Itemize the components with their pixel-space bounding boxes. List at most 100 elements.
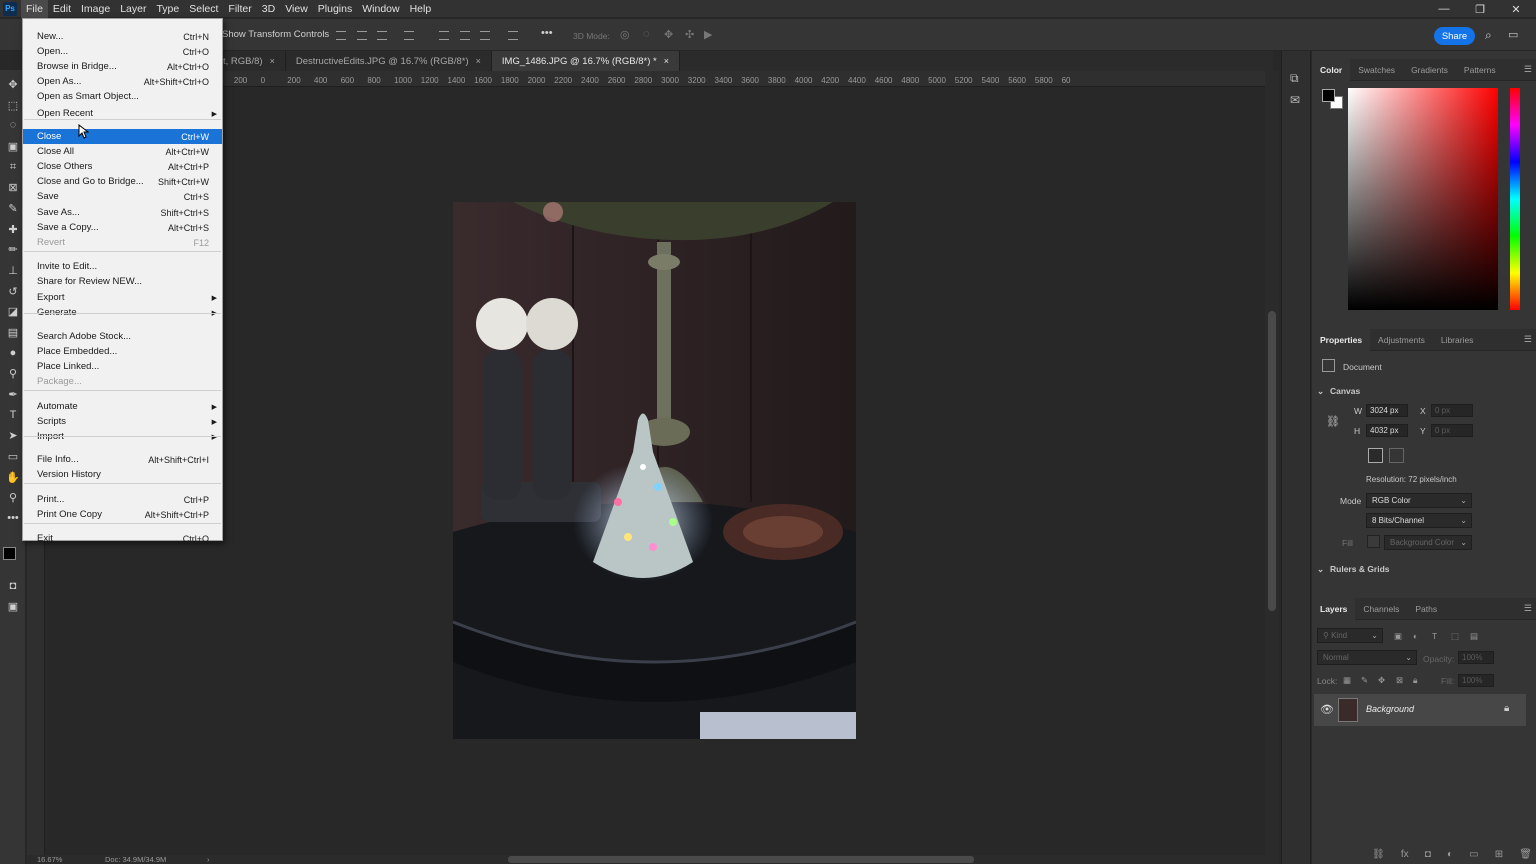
tab-layers[interactable]: Layers [1312, 597, 1356, 620]
canvas-section-chevron-icon[interactable]: ⌄ [1317, 386, 1324, 397]
minimize-button[interactable]: — [1426, 0, 1462, 18]
menu-plugins[interactable]: Plugins [313, 0, 357, 18]
panel-menu-icon[interactable]: ☰ [1524, 334, 1532, 345]
canvas-section-header[interactable]: Canvas [1330, 386, 1360, 396]
menu-item-scripts[interactable]: Scripts ▶ [23, 414, 222, 429]
more-options-icon[interactable]: ••• [541, 27, 553, 39]
align-center-icon[interactable] [357, 31, 367, 40]
menu-item-close-others[interactable]: Close Others Alt+Ctrl+P [23, 159, 222, 174]
panel-menu-icon[interactable]: ☰ [1524, 603, 1532, 614]
menu-layer[interactable]: Layer [115, 0, 151, 18]
fill-select[interactable]: Background Color ⌄ [1384, 535, 1472, 550]
menu-edit[interactable]: Edit [48, 0, 76, 18]
align-right-icon[interactable] [377, 31, 387, 40]
lock-transparent-icon[interactable]: ▦ [1343, 675, 1351, 686]
healing-brush-tool-icon[interactable]: ✚ [5, 221, 21, 237]
link-icon[interactable]: ⛓ [1372, 849, 1385, 863]
rulers-grids-header[interactable]: Rulers & Grids [1330, 564, 1390, 574]
menu-help[interactable]: Help [405, 0, 437, 18]
document-image[interactable] [453, 202, 856, 739]
height-field[interactable]: 4032 px [1366, 424, 1408, 437]
menu-item-open[interactable]: Open... Ctrl+O [23, 44, 222, 59]
tab-gradients[interactable]: Gradients [1403, 59, 1456, 81]
fill-opacity-field[interactable]: 100% [1458, 674, 1494, 687]
3d-roll-icon[interactable]: ◌ [643, 28, 650, 40]
close-window-button[interactable]: ✕ [1498, 0, 1534, 18]
lock-position-icon[interactable]: ✥ [1378, 675, 1385, 686]
fill-color-swatch[interactable] [1367, 535, 1380, 548]
smart-object-filter-icon[interactable]: ▤ [1470, 631, 1478, 642]
menu-item-browse-in-bridge[interactable]: Browse in Bridge... Alt+Ctrl+O [23, 59, 222, 74]
close-tab-icon[interactable]: × [476, 56, 481, 66]
menu-item-save-as[interactable]: Save As... Shift+Ctrl+S [23, 205, 222, 220]
menu-window[interactable]: Window [357, 0, 404, 18]
visibility-eye-icon[interactable]: 👁︎ [1320, 703, 1334, 716]
type-filter-icon[interactable]: T [1432, 631, 1437, 641]
brush-tool-icon[interactable]: ✏ [5, 241, 21, 257]
adjustment-filter-icon[interactable]: ◐ [1413, 631, 1418, 641]
tab-libraries[interactable]: Libraries [1433, 329, 1482, 351]
menu-item-search-adobe-stock[interactable]: Search Adobe Stock... [23, 329, 222, 344]
menu-item-new[interactable]: New... Ctrl+N [23, 29, 222, 44]
menu-item-close[interactable]: Close Ctrl+W [23, 129, 222, 144]
new-layer-icon[interactable]: ⊞ [1495, 849, 1503, 863]
zoom-level[interactable]: 16.67% [37, 855, 62, 864]
layer-name[interactable]: Background [1366, 704, 1414, 714]
menu-item-version-history[interactable]: Version History [23, 467, 222, 482]
tab-paths[interactable]: Paths [1407, 598, 1445, 620]
hue-slider[interactable] [1510, 88, 1520, 310]
opacity-field[interactable]: 100% [1458, 651, 1494, 664]
tab-img-1486[interactable]: IMG_1486.JPG @ 16.7% (RGB/8*) * × [491, 51, 681, 71]
zoom-tool-icon[interactable]: ⚲ [5, 489, 21, 505]
hand-tool-icon[interactable]: ✋ [5, 469, 21, 485]
screen-mode-icon[interactable]: ▣ [5, 598, 21, 614]
3d-orbit-icon[interactable]: ◎ [620, 28, 630, 41]
menu-item-place-embedded[interactable]: Place Embedded... [23, 344, 222, 359]
restore-button[interactable]: ❐ [1462, 0, 1498, 18]
scroll-thumb[interactable] [1268, 311, 1276, 611]
tab-properties[interactable]: Properties [1312, 328, 1371, 351]
history-icon[interactable]: ⧉ [1290, 71, 1299, 86]
width-field[interactable]: 3024 px [1366, 404, 1408, 417]
3d-pan-icon[interactable]: ✥ [664, 28, 673, 41]
distribute-icon[interactable] [404, 31, 414, 40]
close-tab-icon[interactable]: × [664, 56, 669, 66]
horizontal-ruler[interactable]: 1600140012001000800600400200020040060080… [45, 71, 1265, 87]
menu-item-save[interactable]: Save Ctrl+S [23, 189, 222, 204]
menu-select[interactable]: Select [184, 0, 223, 18]
share-button[interactable]: Share [1434, 27, 1475, 45]
tab-adjustments[interactable]: Adjustments [1370, 329, 1433, 351]
blend-mode-select[interactable]: Normal ⌄ [1317, 650, 1417, 665]
layer-row[interactable]: 👁︎ Background 🔒︎ [1314, 694, 1526, 726]
portrait-orientation-icon[interactable] [1368, 448, 1383, 463]
tab-patterns[interactable]: Patterns [1456, 59, 1504, 81]
tab-swatches[interactable]: Swatches [1350, 59, 1403, 81]
dodge-tool-icon[interactable]: ⚲ [5, 365, 21, 381]
tab-channels[interactable]: Channels [1355, 598, 1407, 620]
foreground-color-chip[interactable] [1322, 89, 1335, 102]
align-top-icon[interactable] [439, 31, 449, 40]
menu-item-place-linked[interactable]: Place Linked... [23, 359, 222, 374]
layer-kind-filter[interactable]: ⚲ Kind ⌄ [1317, 628, 1383, 643]
menu-item-share-for-review-new[interactable]: Share for Review NEW... [23, 274, 222, 289]
move-tool-icon[interactable]: ✥ [5, 76, 21, 92]
frame-tool-icon[interactable]: ⊠ [5, 179, 21, 195]
marquee-tool-icon[interactable]: ⬚ [5, 97, 21, 113]
object-select-tool-icon[interactable]: ▣ [5, 138, 21, 154]
x-field[interactable]: 0 px [1431, 404, 1473, 417]
menu-item-exit[interactable]: Exit Ctrl+Q [23, 531, 222, 546]
show-transform-controls-label[interactable]: Show Transform Controls [222, 29, 329, 40]
menu-3d[interactable]: 3D [257, 0, 280, 18]
workspace-icon[interactable]: ▭ [1508, 28, 1518, 41]
eraser-tool-icon[interactable]: ◪ [5, 303, 21, 319]
menu-type[interactable]: Type [151, 0, 184, 18]
foreground-color-swatch[interactable] [3, 547, 16, 560]
menu-item-print[interactable]: Print... Ctrl+P [23, 492, 222, 507]
pixel-filter-icon[interactable]: ▣ [1394, 631, 1402, 642]
distribute-vertical-icon[interactable] [508, 31, 518, 40]
menu-item-close-all[interactable]: Close All Alt+Ctrl+W [23, 144, 222, 159]
more-tools-icon[interactable]: ••• [5, 510, 21, 526]
eyedropper-tool-icon[interactable]: ✎ [5, 200, 21, 216]
3d-slide-icon[interactable]: ✣ [685, 28, 694, 41]
menu-file[interactable]: File [21, 0, 48, 18]
